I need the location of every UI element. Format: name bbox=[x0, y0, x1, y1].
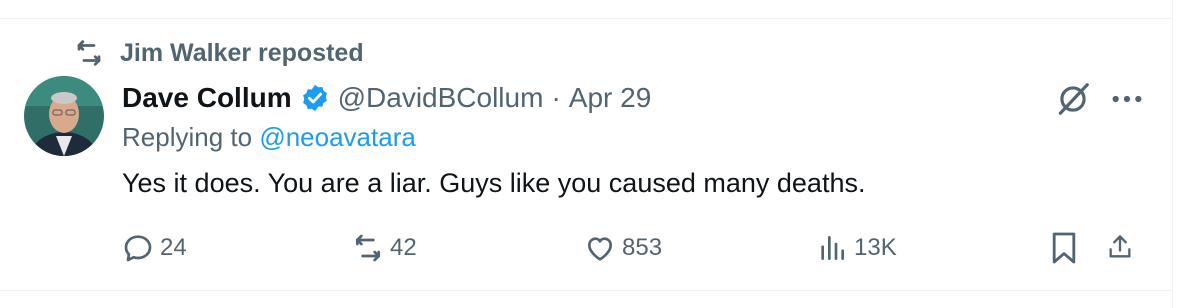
repost-count: 42 bbox=[390, 234, 417, 261]
tweet-header: Dave Collum @DavidBCollum · Apr 29 bbox=[122, 78, 651, 118]
share-icon bbox=[1109, 235, 1131, 258]
view-count: 13K bbox=[854, 234, 897, 261]
repost-button[interactable]: 42 bbox=[352, 226, 417, 270]
repost-icon bbox=[77, 40, 101, 66]
tweet-date[interactable]: Apr 29 bbox=[569, 82, 652, 114]
author-name[interactable]: Dave Collum bbox=[122, 82, 292, 114]
bottom-divider bbox=[0, 290, 1172, 291]
replying-mention-link[interactable]: @neoavatara bbox=[259, 122, 416, 152]
like-count: 853 bbox=[622, 234, 663, 261]
top-divider bbox=[0, 18, 1172, 19]
grok-button[interactable] bbox=[1054, 80, 1092, 118]
repost-icon bbox=[356, 234, 380, 262]
replying-prefix: Replying to bbox=[122, 122, 253, 152]
more-options-button[interactable] bbox=[1110, 84, 1144, 114]
avatar[interactable] bbox=[24, 76, 104, 156]
bookmark-button[interactable] bbox=[1050, 230, 1084, 266]
verified-badge-icon[interactable] bbox=[300, 83, 330, 113]
right-divider bbox=[1172, 0, 1173, 308]
reply-button[interactable]: 24 bbox=[122, 226, 187, 270]
repost-context[interactable]: Jim Walker reposted bbox=[74, 36, 364, 70]
repost-label: Jim Walker reposted bbox=[120, 38, 364, 67]
author-handle[interactable]: @DavidBCollum bbox=[338, 82, 544, 114]
more-icon bbox=[1112, 95, 1142, 103]
reply-count: 24 bbox=[160, 234, 187, 261]
analytics-icon bbox=[821, 236, 844, 260]
share-button[interactable] bbox=[1106, 228, 1140, 266]
grok-icon bbox=[1058, 83, 1089, 115]
bookmark-icon bbox=[1052, 232, 1076, 264]
like-button[interactable]: 853 bbox=[584, 226, 662, 270]
avatar-image bbox=[24, 76, 104, 156]
tweet-text: Yes it does. You are a liar. Guys like y… bbox=[122, 168, 866, 198]
heart-icon bbox=[588, 237, 612, 261]
replying-to: Replying to @neoavatara bbox=[122, 122, 416, 153]
reply-icon bbox=[124, 235, 152, 262]
header-separator: · bbox=[551, 82, 561, 113]
views-button[interactable]: 13K bbox=[816, 226, 897, 270]
